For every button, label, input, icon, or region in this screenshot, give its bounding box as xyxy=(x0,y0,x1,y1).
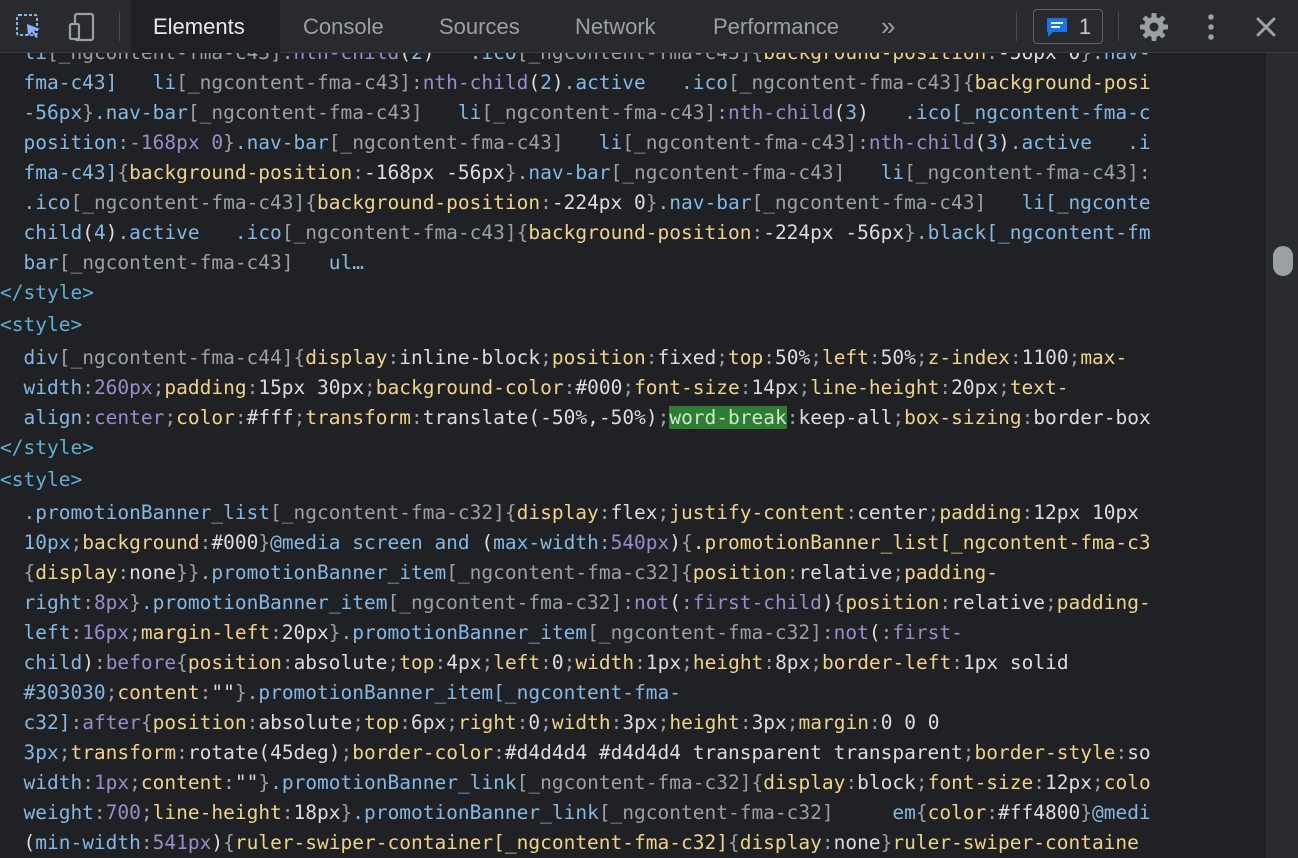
code-line[interactable]: .ico[_ngcontent-fma-c43]{background-posi… xyxy=(0,188,1150,218)
code-line[interactable]: </style> xyxy=(0,433,94,463)
tab-label: Sources xyxy=(439,13,520,39)
inspect-cursor-icon[interactable] xyxy=(12,0,46,53)
code-line[interactable]: .promotionBanner_list[_ngcontent-fma-c32… xyxy=(0,498,1138,528)
code-line[interactable]: <style> xyxy=(0,465,82,495)
code-line[interactable]: weight:700;line-height:18px}.promotionBa… xyxy=(0,798,1150,828)
code-line[interactable]: align:center;color:#fff;transform:transl… xyxy=(0,403,1151,433)
tab-elements[interactable]: Elements xyxy=(131,0,280,53)
code-line[interactable]: 3px;transform:rotate(45deg);border-color… xyxy=(0,738,1150,768)
issues-badge[interactable]: 1 xyxy=(1033,9,1103,44)
code-line[interactable]: li[_ngcontent-fma-c43]:nth-child(2) .ico… xyxy=(0,53,1150,68)
code-line[interactable]: {display:none}}.promotionBanner_item[_ng… xyxy=(0,558,998,588)
more-tabs-chevron-icon: » xyxy=(881,11,896,41)
more-tabs-button[interactable]: » xyxy=(871,0,905,53)
code-line[interactable]: child):before{position:absolute;top:4px;… xyxy=(0,648,1068,678)
code-line[interactable]: -56px}.nav-bar[_ngcontent-fma-c43] li[_n… xyxy=(0,98,1150,128)
device-toolbar-icon[interactable] xyxy=(64,0,100,53)
tab-label: Network xyxy=(575,13,656,39)
close-icon[interactable] xyxy=(1250,0,1282,53)
tab-performance[interactable]: Performance xyxy=(691,0,861,53)
issues-count: 1 xyxy=(1078,13,1092,39)
code-line[interactable]: div[_ngcontent-fma-c44]{display:inline-b… xyxy=(0,343,1127,373)
code-line[interactable]: fma-c43]{background-position:-168px -56p… xyxy=(0,158,1150,188)
toolbar-divider xyxy=(1118,12,1119,41)
tab-label: Console xyxy=(303,13,384,39)
code-line[interactable]: bar[_ngcontent-fma-c43] ul… xyxy=(0,248,364,278)
devtools-toolbar: Elements Console Sources Network Perform… xyxy=(0,0,1298,53)
code-line[interactable]: (min-width:541px){ruler-swiper-container… xyxy=(0,828,1138,858)
tab-console[interactable]: Console xyxy=(281,0,406,53)
tab-label: Performance xyxy=(713,13,839,39)
gear-icon[interactable] xyxy=(1136,0,1172,53)
dom-tree-source[interactable]: li[_ngcontent-fma-c43]:nth-child(2) .ico… xyxy=(0,53,1266,858)
code-line[interactable]: c32]:after{position:absolute;top:6px;rig… xyxy=(0,708,939,738)
code-line[interactable]: child(4).active .ico[_ngcontent-fma-c43]… xyxy=(0,218,1150,248)
toolbar-divider xyxy=(119,12,120,41)
code-line[interactable]: </style> xyxy=(0,278,94,308)
code-line[interactable]: position:-168px 0}.nav-bar[_ngcontent-fm… xyxy=(0,128,1150,158)
tab-label: Elements xyxy=(153,13,245,39)
code-line[interactable]: fma-c43] li[_ngcontent-fma-c43]:nth-chil… xyxy=(0,68,1150,98)
code-line[interactable]: 10px;background:#000}@media screen and (… xyxy=(0,528,1150,558)
code-line[interactable]: #303030;content:""}.promotionBanner_item… xyxy=(0,678,681,708)
code-line[interactable]: <style> xyxy=(0,310,82,340)
toolbar-divider xyxy=(1016,12,1017,41)
vertical-dots-icon[interactable] xyxy=(1196,0,1226,53)
code-line[interactable]: right:8px}.promotionBanner_item[_ngconte… xyxy=(0,588,1150,618)
code-line[interactable]: width:1px;content:""}.promotionBanner_li… xyxy=(0,768,1150,798)
tab-network[interactable]: Network xyxy=(553,0,678,53)
tab-sources[interactable]: Sources xyxy=(417,0,542,53)
code-line[interactable]: left:16px;margin-left:20px}.promotionBan… xyxy=(0,618,962,648)
scrollbar[interactable] xyxy=(1266,53,1298,858)
message-icon xyxy=(1046,17,1067,37)
code-line[interactable]: width:260px;padding:15px 30px;background… xyxy=(0,373,1068,403)
scrollbar-thumb[interactable] xyxy=(1273,246,1293,276)
